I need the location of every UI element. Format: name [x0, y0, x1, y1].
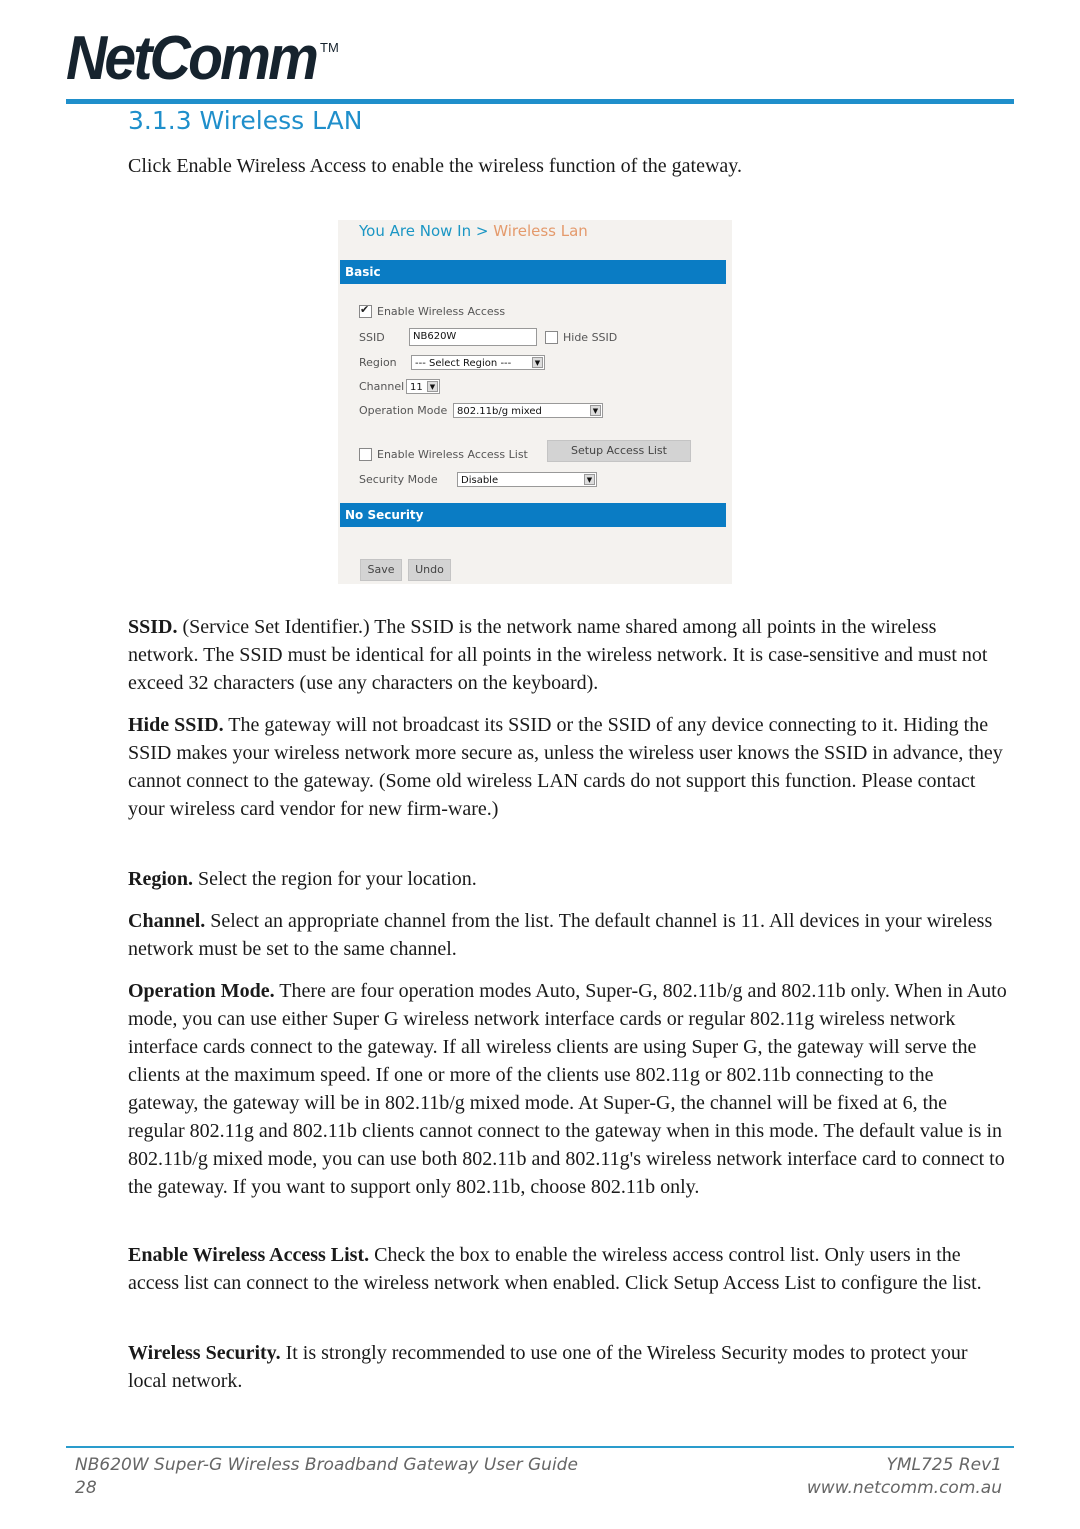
chevron-down-icon: ▼ — [427, 380, 438, 392]
paragraph-ssid: SSID. (Service Set Identifier.) The SSID… — [128, 613, 1008, 697]
desc-operation-mode: There are four operation modes Auto, Sup… — [128, 980, 1007, 1198]
security-mode-select[interactable]: Disable ▼ — [457, 471, 597, 487]
breadcrumb-current: Wireless Lan — [493, 222, 588, 240]
ssid-row: SSID NB620W Hide SSID — [359, 328, 617, 346]
wireless-lan-screenshot: You Are Now In > Wireless Lan Basic Enab… — [338, 220, 732, 584]
trademark-symbol: TM — [320, 40, 339, 55]
security-mode-label: Security Mode — [359, 472, 438, 486]
channel-select[interactable]: 11 ▼ — [406, 378, 440, 394]
hide-ssid-checkbox[interactable] — [545, 330, 558, 344]
enable-wireless-access-label: Enable Wireless Access — [377, 304, 506, 318]
chevron-down-icon: ▼ — [590, 404, 601, 416]
basic-section-header: Basic — [340, 260, 726, 284]
security-mode-value: Disable — [461, 474, 499, 486]
region-value: --- Select Region --- — [415, 357, 512, 369]
region-label: Region — [359, 355, 397, 369]
desc-channel: Select an appropriate channel from the l… — [128, 910, 993, 960]
footer-guide-title: NB620W Super-G Wireless Broadband Gatewa… — [75, 1455, 578, 1475]
enable-access-list-checkbox[interactable] — [359, 447, 372, 461]
operation-mode-row: Operation Mode 802.11b/g mixed ▼ — [359, 401, 603, 419]
enable-access-list-row: Enable Wireless Access List — [359, 445, 528, 463]
channel-row: Channel 11 ▼ — [359, 377, 440, 395]
netcomm-logo: NetComm — [66, 24, 319, 93]
operation-mode-label: Operation Mode — [359, 403, 448, 417]
term-wireless-security: Wireless Security. — [128, 1342, 281, 1364]
no-security-section-header: No Security — [340, 503, 726, 527]
breadcrumb-prefix: You Are Now In > — [359, 222, 489, 240]
paragraph-hide-ssid: Hide SSID. The gateway will not broadcas… — [128, 711, 1008, 823]
operation-mode-select[interactable]: 802.11b/g mixed ▼ — [453, 402, 603, 418]
channel-value: 11 — [410, 381, 423, 393]
enable-wireless-access-checkbox[interactable] — [359, 303, 372, 318]
enable-wireless-access-row: Enable Wireless Access — [359, 302, 505, 320]
desc-hide-ssid: The gateway will not broadcast its SSID … — [128, 714, 1003, 820]
security-mode-row: Security Mode Disable ▼ — [359, 470, 597, 488]
desc-ssid: (Service Set Identifier.) The SSID is th… — [128, 616, 988, 694]
region-select[interactable]: --- Select Region --- ▼ — [411, 354, 545, 370]
breadcrumb: You Are Now In > Wireless Lan — [359, 222, 588, 240]
paragraph-wireless-security: Wireless Security. It is strongly recomm… — [128, 1339, 1008, 1395]
term-region: Region. — [128, 868, 193, 890]
paragraph-region: Region. Select the region for your locat… — [128, 865, 1008, 893]
term-channel: Channel. — [128, 910, 206, 932]
setup-access-list-button[interactable]: Setup Access List — [547, 440, 691, 462]
footer-doc-code: YML725 Rev1 — [886, 1455, 1002, 1475]
paragraph-channel: Channel. Select an appropriate channel f… — [128, 907, 1008, 963]
footer-website[interactable]: www.netcomm.com.au — [807, 1478, 1002, 1498]
region-row: Region --- Select Region --- ▼ — [359, 353, 545, 371]
header-divider — [66, 99, 1014, 104]
chevron-down-icon: ▼ — [584, 473, 595, 485]
ssid-input[interactable]: NB620W — [409, 328, 537, 346]
footer-page-number: 28 — [75, 1478, 97, 1498]
paragraph-access-list: Enable Wireless Access List. Check the b… — [128, 1241, 1008, 1297]
enable-access-list-label: Enable Wireless Access List — [377, 447, 528, 461]
intro-text: Click Enable Wireless Access to enable t… — [128, 155, 742, 177]
term-hide-ssid: Hide SSID. — [128, 714, 224, 736]
term-ssid: SSID. — [128, 616, 178, 638]
save-button[interactable]: Save — [360, 559, 402, 581]
ssid-label: SSID — [359, 330, 385, 344]
undo-button[interactable]: Undo — [408, 559, 451, 581]
term-operation-mode: Operation Mode. — [128, 980, 275, 1002]
operation-mode-value: 802.11b/g mixed — [457, 405, 542, 417]
paragraph-operation-mode: Operation Mode. There are four operation… — [128, 977, 1008, 1201]
footer-divider — [66, 1446, 1014, 1448]
ssid-value: NB620W — [413, 331, 457, 342]
hide-ssid-label: Hide SSID — [563, 330, 618, 344]
desc-region: Select the region for your location. — [193, 868, 477, 890]
chevron-down-icon: ▼ — [532, 356, 543, 368]
section-title: 3.1.3 Wireless LAN — [128, 106, 363, 135]
term-access-list: Enable Wireless Access List. — [128, 1244, 370, 1266]
channel-label: Channel — [359, 379, 405, 393]
